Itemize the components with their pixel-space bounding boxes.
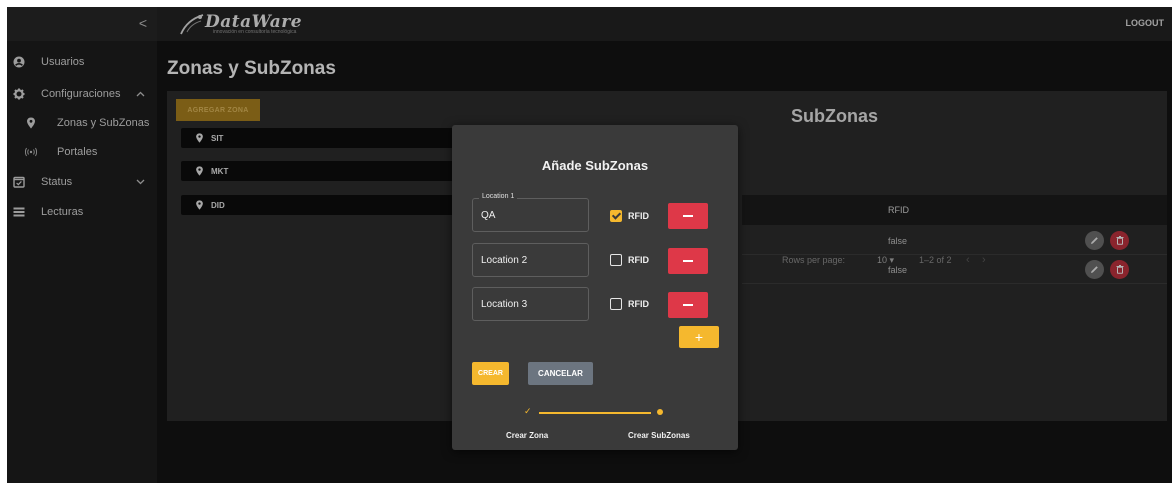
remove-location-1-button[interactable]: [668, 203, 708, 229]
field-label: Location 1: [479, 193, 518, 200]
add-subzones-dialog: Añade SubZonas Location 1 QA RFID Locati…: [452, 125, 738, 450]
create-button[interactable]: CREAR: [472, 362, 509, 385]
remove-location-3-button[interactable]: [668, 292, 708, 318]
add-location-button[interactable]: +: [679, 326, 719, 348]
rfid-checkbox-1[interactable]: [610, 210, 622, 222]
location-2-input[interactable]: Location 2: [472, 243, 589, 277]
app-window: < Usuarios Configuraciones Zonas y SubZo…: [7, 7, 1172, 483]
rfid-checkbox-3[interactable]: [610, 298, 622, 310]
rfid-checkbox-label: RFID: [628, 211, 649, 221]
location-1-input[interactable]: Location 1 QA: [472, 193, 589, 232]
stepper-connector: [539, 412, 651, 414]
rfid-checkbox-label: RFID: [628, 299, 649, 309]
step-label-crear-subzonas: Crear SubZonas: [628, 431, 690, 440]
field-placeholder: Location 2: [481, 255, 528, 266]
dialog-title: Añade SubZonas: [541, 158, 649, 173]
cancel-button[interactable]: CANCELAR: [528, 362, 593, 385]
rfid-checkbox-2[interactable]: [610, 254, 622, 266]
location-3-input[interactable]: Location 3: [472, 287, 589, 321]
field-placeholder: Location 3: [481, 299, 528, 310]
step-label-crear-zona: Crear Zona: [506, 431, 549, 440]
field-value: QA: [481, 210, 496, 221]
rfid-checkbox-label: RFID: [628, 255, 649, 265]
remove-location-2-button[interactable]: [668, 248, 708, 274]
step-complete-check-icon: ✓: [524, 406, 532, 416]
step-active-dot: [657, 409, 663, 415]
